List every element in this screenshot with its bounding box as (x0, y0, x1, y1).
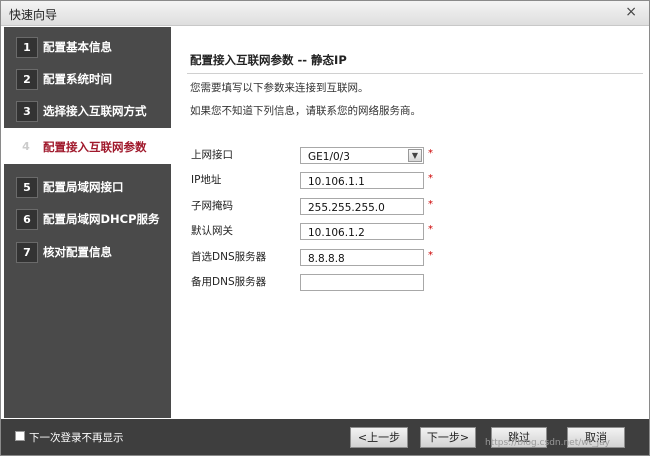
step-number: 6 (16, 209, 38, 230)
step-number: 7 (16, 242, 38, 263)
step-number: 4 (22, 140, 30, 153)
chevron-down-icon[interactable]: ▼ (408, 149, 422, 162)
step-label: 配置系统时间 (43, 72, 112, 86)
step-number: 2 (16, 69, 38, 90)
dialog-title: 快速向导 (9, 8, 58, 22)
default-gateway-input[interactable]: 10.106.1.2 (300, 223, 424, 240)
step-label: 核对配置信息 (43, 245, 112, 259)
subnet-mask-input[interactable]: 255.255.255.0 (300, 198, 424, 215)
uplink-interface-label: 上网接口 (191, 149, 233, 161)
description-line-1: 您需要填写以下参数来连接到互联网。 (190, 82, 369, 94)
step-lan-interface[interactable]: 5 配置局域网接口 (4, 170, 171, 202)
step-lan-dhcp[interactable]: 6 配置局域网DHCP服务 (4, 202, 171, 234)
secondary-dns-label: 备用DNS服务器 (191, 276, 267, 288)
no-show-label: 下一次登录不再显示 (29, 432, 124, 444)
wizard-steps-sidebar: 1 配置基本信息 2 配置系统时间 3 选择接入互联网方式 4 配置接入互联网参… (4, 27, 171, 418)
step-basic-info[interactable]: 1 配置基本信息 (4, 30, 171, 62)
footer-bar: 下一次登录不再显示 <上一步 下一步> 跳过 取消 (1, 419, 649, 455)
step-label: 配置接入互联网参数 (43, 140, 147, 154)
step-number: 3 (16, 101, 38, 122)
uplink-interface-value: GE1/0/3 (308, 151, 350, 163)
primary-dns-input[interactable]: 8.8.8.8 (300, 249, 424, 266)
section-title: 配置接入互联网参数 -- 静态IP (190, 53, 347, 67)
watermark: https://blog.csdn.net/wt_jay (485, 438, 611, 448)
title-bar[interactable]: 快速向导 × (1, 1, 649, 26)
prev-button[interactable]: <上一步 (350, 427, 408, 448)
step-label: 配置基本信息 (43, 40, 112, 54)
ip-address-label: IP地址 (191, 174, 222, 186)
required-mark: * (428, 199, 433, 210)
step-system-time[interactable]: 2 配置系统时间 (4, 62, 171, 94)
required-mark: * (428, 224, 433, 235)
secondary-dns-input[interactable] (300, 274, 424, 291)
subnet-mask-label: 子网掩码 (191, 200, 233, 212)
step-label: 配置局域网DHCP服务 (43, 212, 160, 226)
step-internet-method[interactable]: 3 选择接入互联网方式 (4, 94, 171, 126)
step-label: 配置局域网接口 (43, 180, 124, 194)
step-review-config[interactable]: 7 核对配置信息 (4, 235, 171, 267)
divider (187, 73, 643, 74)
required-mark: * (428, 148, 433, 159)
step-number: 5 (16, 177, 38, 198)
quick-wizard-dialog: 快速向导 × 1 配置基本信息 2 配置系统时间 3 选择接入互联网方式 4 配… (0, 0, 650, 456)
required-mark: * (428, 173, 433, 184)
step-internet-params[interactable]: 4 配置接入互联网参数 (4, 128, 171, 164)
uplink-interface-select[interactable]: GE1/0/3 ▼ (300, 147, 424, 164)
no-show-checkbox[interactable] (15, 431, 25, 441)
required-mark: * (428, 250, 433, 261)
step-number: 1 (16, 37, 38, 58)
primary-dns-label: 首选DNS服务器 (191, 251, 267, 263)
description-line-2: 如果您不知道下列信息，请联系您的网络服务商。 (190, 105, 421, 117)
ip-address-input[interactable]: 10.106.1.1 (300, 172, 424, 189)
wizard-content: 配置接入互联网参数 -- 静态IP 您需要填写以下参数来连接到互联网。 如果您不… (171, 27, 647, 418)
close-icon[interactable]: × (625, 4, 637, 20)
default-gateway-label: 默认网关 (191, 225, 233, 237)
step-label: 选择接入互联网方式 (43, 104, 147, 118)
next-button[interactable]: 下一步> (420, 427, 476, 448)
